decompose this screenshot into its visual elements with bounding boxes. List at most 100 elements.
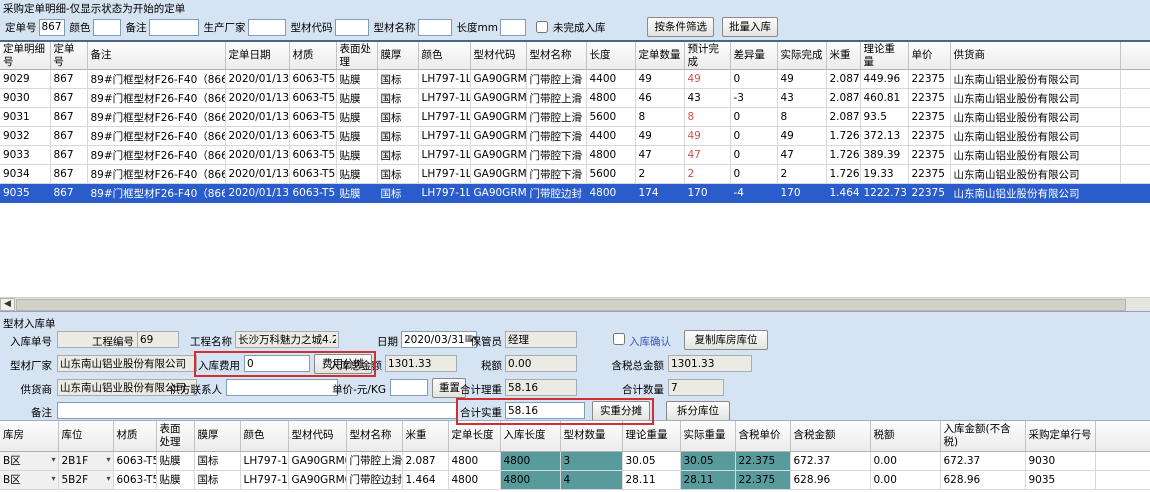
column-header[interactable]: 表面处理 [156,421,194,451]
inbound-cell[interactable]: 28.11 [680,470,735,489]
order-cell[interactable]: 国标 [377,165,418,184]
order-cell[interactable]: 8 [777,108,826,127]
remark-input[interactable] [149,19,199,36]
column-header[interactable]: 单价 [908,42,950,70]
inbound-cell[interactable]: 672.37 [940,451,1025,470]
inbound-cell[interactable]: 30.05 [680,451,735,470]
inbound-cell[interactable]: 4800 [448,451,500,470]
column-header[interactable]: 含税金额 [790,421,870,451]
order-cell[interactable]: LH797-1LL0 [418,70,470,89]
inbound-cell[interactable]: 4800 [500,451,560,470]
split-location-button[interactable]: 拆分库位 [666,401,730,421]
order-cell[interactable]: 89#门框型材F26-F40（866+867） [87,127,225,146]
inbound-cell[interactable]: GA90GRM03 [288,451,346,470]
order-cell[interactable]: 22375 [908,184,950,203]
inbound-cell[interactable]: 628.96 [790,470,870,489]
inbound-cell[interactable]: 0.00 [870,451,940,470]
column-header[interactable] [1095,421,1150,451]
order-cell[interactable]: 2 [777,165,826,184]
order-cell[interactable]: 22375 [908,165,950,184]
order-cell[interactable]: 89#门框型材F26-F40（866+867） [87,165,225,184]
order-cell[interactable]: 2020/01/13 [225,184,289,203]
order-cell[interactable] [1120,89,1150,108]
column-header[interactable]: 颜色 [240,421,288,451]
order-row[interactable]: 903486789#门框型材F26-F40（866+867）2020/01/13… [0,165,1150,184]
column-header[interactable]: 实际重量 [680,421,735,451]
order-cell[interactable]: 2020/01/13 [225,146,289,165]
order-cell[interactable]: 4800 [586,146,635,165]
order-cell[interactable]: 9034 [0,165,50,184]
order-cell[interactable]: 国标 [377,127,418,146]
order-cell[interactable]: 46 [635,89,684,108]
order-cell[interactable]: 2.087 [826,70,860,89]
warehouse-dropdown[interactable]: B区▾ [0,451,58,470]
inbound-row[interactable]: B区▾5B2F▾6063-T5贴膜国标LH797-1LL0GA90GRM05门带… [0,470,1150,489]
order-cell[interactable]: -4 [730,184,777,203]
inbound-cell[interactable]: 3 [560,451,622,470]
inbound-cell[interactable]: 国标 [194,451,240,470]
order-cell[interactable]: 6063-T5 [289,165,336,184]
order-cell[interactable]: 170 [777,184,826,203]
fee-input[interactable] [244,355,310,372]
order-cell[interactable] [1120,108,1150,127]
order-cell[interactable]: 2 [684,165,730,184]
order-cell[interactable]: GA90GRM04 [470,127,526,146]
order-cell[interactable]: 49 [777,70,826,89]
order-cell[interactable] [1120,127,1150,146]
order-cell[interactable]: 贴膜 [336,89,377,108]
order-cell[interactable]: 4800 [586,89,635,108]
order-cell[interactable]: 4800 [586,184,635,203]
column-header[interactable]: 库位 [58,421,113,451]
inbound-cell[interactable]: GA90GRM05 [288,470,346,489]
order-row[interactable]: 903186789#门框型材F26-F40（866+867）2020/01/13… [0,108,1150,127]
order-cell[interactable]: 89#门框型材F26-F40（866+867） [87,89,225,108]
inbound-cell[interactable]: 672.37 [790,451,870,470]
order-cell[interactable]: 49 [684,70,730,89]
inbound-cell[interactable]: 国标 [194,470,240,489]
column-header[interactable]: 入库长度 [500,421,560,451]
column-header[interactable]: 型材数量 [560,421,622,451]
order-row[interactable]: 903386789#门框型材F26-F40（866+867）2020/01/13… [0,146,1150,165]
order-cell[interactable]: 9030 [0,89,50,108]
order-cell[interactable]: GA90GRM03 [470,108,526,127]
order-cell[interactable]: 5600 [586,108,635,127]
order-cell[interactable]: 门带腔上滑 [526,70,586,89]
order-cell[interactable]: 国标 [377,70,418,89]
order-cell[interactable]: 867 [50,127,87,146]
inbound-cell[interactable]: 贴膜 [156,451,194,470]
inbound-row[interactable]: B区▾2B1F▾6063-T5贴膜国标LH797-1LL0GA90GRM03门带… [0,451,1150,470]
column-header[interactable]: 定单长度 [448,421,500,451]
order-cell[interactable]: GA90GRM04 [470,146,526,165]
order-cell[interactable]: 49 [635,127,684,146]
order-cell[interactable]: 22375 [908,127,950,146]
inbound-cell[interactable]: 4800 [448,470,500,489]
column-header[interactable]: 材质 [289,42,336,70]
copy-warehouse-button[interactable]: 复制库房库位 [684,330,768,350]
order-cell[interactable]: 89#门框型材F26-F40（866+867） [87,146,225,165]
order-cell[interactable]: 9033 [0,146,50,165]
inbound-remark-input[interactable] [57,402,457,419]
order-cell[interactable]: 6063-T5 [289,127,336,146]
order-cell[interactable]: 门带腔下滑 [526,127,586,146]
order-cell[interactable]: 山东南山铝业股份有限公司 [950,89,1120,108]
column-header[interactable]: 米重 [402,421,448,451]
order-cell[interactable]: 山东南山铝业股份有限公司 [950,165,1120,184]
column-header[interactable]: 定单日期 [225,42,289,70]
order-cell[interactable]: 9032 [0,127,50,146]
order-cell[interactable]: 47 [777,146,826,165]
order-cell[interactable]: 贴膜 [336,127,377,146]
order-cell[interactable]: GA90GRM03 [470,70,526,89]
order-cell[interactable]: 867 [50,146,87,165]
order-cell[interactable]: 门带腔边封 [526,184,586,203]
total-amount-input[interactable] [385,355,457,372]
order-cell[interactable]: 贴膜 [336,70,377,89]
inbound-cell[interactable]: LH797-1LL0 [240,451,288,470]
order-row[interactable]: 903286789#门框型材F26-F40（866+867）2020/01/13… [0,127,1150,146]
theory-total-input[interactable] [505,379,577,396]
order-cell[interactable]: LH797-1LL0 [418,165,470,184]
order-cell[interactable]: 43 [777,89,826,108]
inbound-cell[interactable]: 1.464 [402,470,448,489]
order-cell[interactable]: LH797-1LL0 [418,146,470,165]
order-cell[interactable]: 1222.73 [860,184,908,203]
order-cell[interactable]: 门带腔上滑 [526,89,586,108]
